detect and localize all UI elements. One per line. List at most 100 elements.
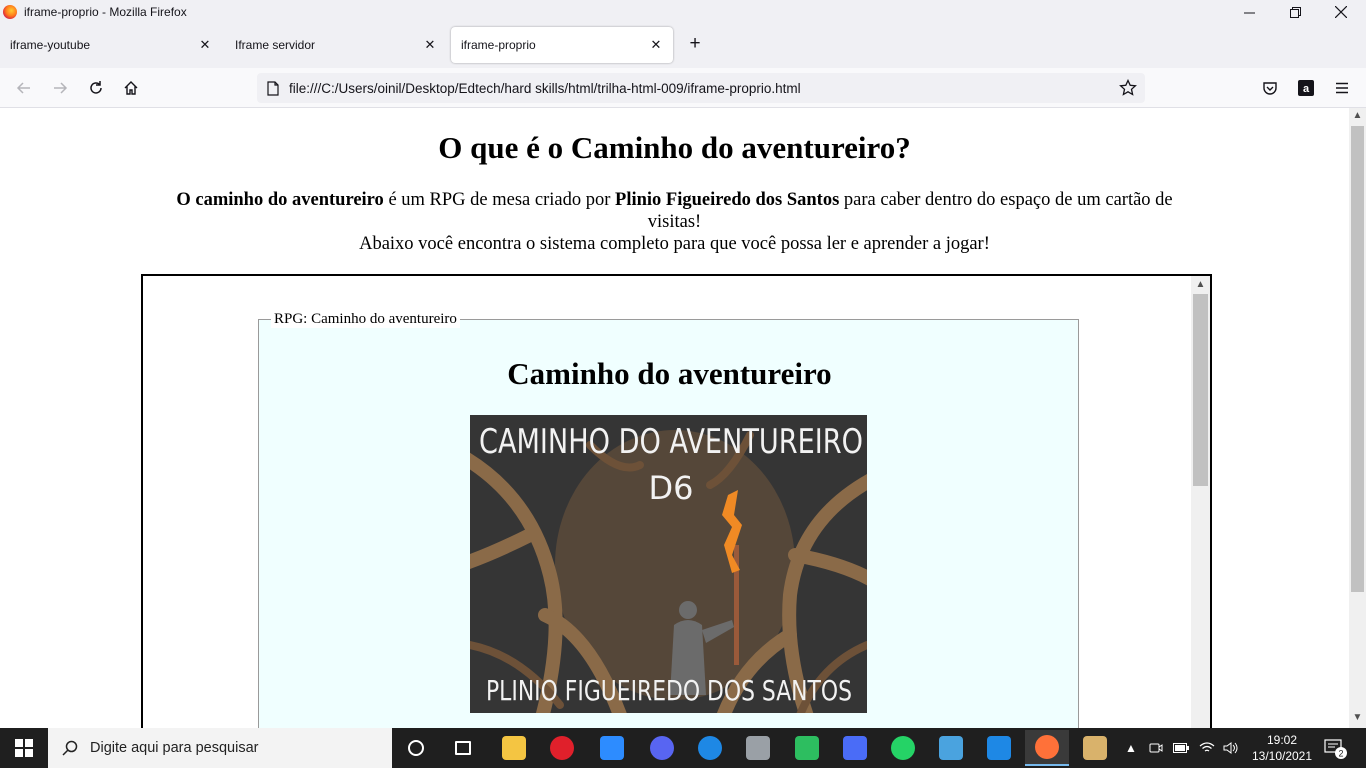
url-text: file:///C:/Users/oinil/Desktop/Edtech/ha… (289, 80, 801, 96)
tab-label: iframe-proprio (461, 38, 536, 52)
bookmark-star-icon[interactable] (1117, 77, 1139, 99)
paint-taskbar-button[interactable] (1073, 732, 1117, 764)
arrow-right-icon (54, 82, 68, 94)
app-menu-button[interactable] (1328, 74, 1356, 102)
page-scroll-thumb[interactable] (1351, 126, 1364, 592)
tab-close-icon[interactable]: ✕ (421, 36, 439, 54)
url-bar[interactable]: file:///C:/Users/oinil/Desktop/Edtech/ha… (257, 73, 1145, 103)
firefox-logo-icon (3, 5, 17, 19)
svg-text:a: a (1303, 83, 1310, 95)
restore-button[interactable] (1272, 0, 1318, 24)
window-title: iframe-proprio - Mozilla Firefox (24, 5, 187, 19)
discord-icon (650, 736, 674, 760)
whatsapp-icon (891, 736, 915, 760)
photos-taskbar-button[interactable] (929, 732, 973, 764)
tab-label: iframe-youtube (10, 38, 91, 52)
opera-taskbar-button[interactable] (540, 732, 584, 764)
file-explorer-icon (502, 736, 526, 760)
edge-legacy-icon (698, 736, 722, 760)
page-scrollbar[interactable]: ▲ ▼ (1349, 108, 1366, 728)
page-viewport: O que é o Caminho do aventureiro? O cami… (0, 108, 1349, 728)
discord-taskbar-button[interactable] (640, 732, 684, 764)
embedded-iframe[interactable]: RPG: Caminho do aventureiro Caminho do a… (141, 274, 1212, 728)
photos-icon (939, 736, 963, 760)
notification-icon: 2 (1324, 739, 1347, 759)
search-placeholder: Digite aqui para pesquisar (90, 740, 259, 756)
page-file-icon (265, 80, 281, 96)
system-tray: ▲ (1125, 728, 1239, 768)
tab-close-icon[interactable]: ✕ (196, 36, 214, 54)
intro-bold-author: Plinio Figueiredo dos Santos (615, 190, 840, 210)
page-scroll-down-icon[interactable]: ▼ (1349, 712, 1366, 726)
arrow-left-icon (16, 82, 30, 94)
edge-legacy-taskbar-button[interactable] (688, 732, 732, 764)
reload-button[interactable] (82, 74, 110, 102)
cover-image: CAMINHO DO AVENTUREIRO D6 PLINIO FIGUEIR… (470, 415, 867, 713)
store-taskbar-button[interactable] (833, 732, 877, 764)
volume-icon[interactable] (1223, 742, 1239, 754)
wifi-icon[interactable] (1199, 742, 1215, 754)
pocket-icon (1263, 82, 1277, 95)
meet-now-icon[interactable] (1149, 742, 1163, 754)
zoom-taskbar-button[interactable] (590, 732, 634, 764)
game-taskbar-button[interactable] (736, 732, 780, 764)
amazon-extension-button[interactable]: a (1292, 74, 1320, 102)
back-button[interactable] (10, 74, 38, 102)
start-button[interactable] (0, 728, 48, 768)
tab-strip: iframe-youtube ✕ Iframe servidor ✕ ifram… (0, 24, 1366, 68)
iframe-scrollbar[interactable]: ▲ (1191, 276, 1210, 728)
close-icon (1335, 6, 1347, 18)
page-title: O que é o Caminho do aventureiro? (438, 130, 911, 165)
rpg-fieldset: RPG: Caminho do aventureiro Caminho do a… (258, 310, 1079, 728)
page-scroll-up-icon[interactable]: ▲ (1349, 110, 1366, 124)
card-title: Caminho do aventureiro (507, 356, 832, 391)
reload-icon (90, 81, 102, 94)
minimize-icon (1243, 12, 1255, 13)
new-tab-button[interactable]: + (683, 33, 707, 57)
close-window-button[interactable] (1318, 0, 1364, 24)
tab-iframe-servidor[interactable]: Iframe servidor ✕ (225, 27, 447, 63)
show-hidden-icons-icon[interactable]: ▲ (1125, 741, 1137, 755)
action-center-button[interactable]: 2 (1318, 732, 1354, 764)
minimize-button[interactable] (1226, 0, 1272, 24)
firefox-taskbar-button[interactable] (1025, 730, 1069, 766)
amazon-icon: a (1298, 80, 1314, 96)
cover-title-line-1: CAMINHO DO AVENTUREIRO (479, 422, 863, 462)
intro-line-2: Abaixo você encontra o sistema completo … (359, 234, 990, 254)
iframe-scroll-up-icon[interactable]: ▲ (1191, 278, 1210, 292)
cover-author: PLINIO FIGUEIREDO DOS SANTOS (486, 674, 852, 707)
forward-button[interactable] (46, 74, 74, 102)
restore-icon (1289, 6, 1301, 18)
battery-icon[interactable] (1172, 743, 1189, 753)
iframe-scroll-thumb[interactable] (1193, 294, 1208, 486)
evernote-like-taskbar-button[interactable] (785, 732, 829, 764)
navigation-toolbar: file:///C:/Users/oinil/Desktop/Edtech/ha… (0, 68, 1366, 108)
taskbar-search-box[interactable]: Digite aqui para pesquisar (48, 728, 392, 768)
game-icon (746, 736, 770, 760)
cortana-icon (408, 740, 424, 756)
taskbar-clock[interactable]: 19:02 13/10/2021 (1250, 732, 1314, 764)
home-icon (124, 81, 138, 95)
window-title-bar: iframe-proprio - Mozilla Firefox (0, 0, 1366, 24)
tab-close-icon[interactable]: ✕ (647, 36, 665, 54)
search-icon (62, 740, 78, 756)
whatsapp-taskbar-button[interactable] (881, 732, 925, 764)
cortana-taskbar-button[interactable] (394, 732, 438, 764)
file-explorer-taskbar-button[interactable] (492, 732, 536, 764)
tab-iframe-youtube[interactable]: iframe-youtube ✕ (0, 27, 222, 63)
clock-date: 13/10/2021 (1251, 749, 1313, 763)
home-button[interactable] (117, 74, 145, 102)
intro-text-1: é um RPG de mesa criado por (383, 190, 616, 210)
tab-label: Iframe servidor (235, 38, 316, 52)
store-icon (843, 736, 867, 760)
vscode-taskbar-button[interactable] (977, 732, 1021, 764)
task-view-taskbar-button[interactable] (441, 732, 485, 764)
windows-logo-icon (15, 739, 33, 757)
intro-bold-game-name: O caminho do aventureiro (176, 190, 384, 210)
evernote-like-icon (795, 736, 819, 760)
pocket-button[interactable] (1256, 74, 1284, 102)
firefox-icon (1035, 735, 1059, 759)
fieldset-legend: RPG: Caminho do aventureiro (271, 310, 460, 328)
cover-title-line-2: D6 (649, 469, 694, 507)
tab-iframe-proprio[interactable]: iframe-proprio ✕ (451, 27, 673, 63)
